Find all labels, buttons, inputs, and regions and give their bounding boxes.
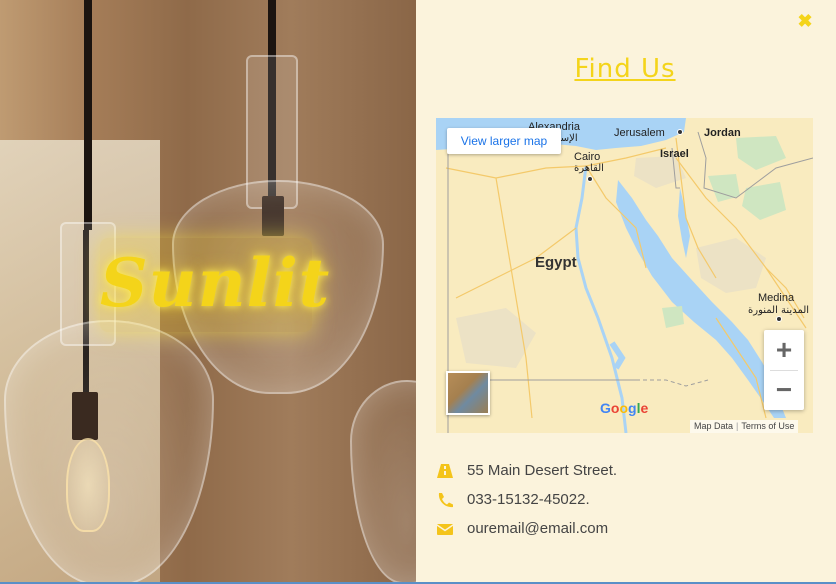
phone-icon <box>436 492 454 508</box>
satellite-toggle[interactable] <box>446 371 490 415</box>
label-cairo-ar: القاهرة <box>574 163 604 174</box>
google-letter: o <box>610 400 620 416</box>
map-canvas: Alexandria الإسكندرية Jerusalem Jordan C… <box>436 118 813 433</box>
label-israel: Israel <box>660 148 689 160</box>
label-medina: Medina <box>758 292 795 304</box>
terms-of-use-link[interactable]: Terms of Use <box>741 421 794 431</box>
green-area <box>736 136 786 170</box>
address-text: 55 Main Desert Street. <box>467 462 618 479</box>
view-larger-map-link[interactable]: View larger map <box>447 128 561 154</box>
lamp-cord <box>84 0 92 230</box>
map-attribution: Map Data | Terms of Use <box>690 420 799 433</box>
close-icon[interactable]: ✖ <box>795 11 815 31</box>
cairo-dot <box>587 176 593 182</box>
email-link[interactable]: ouremail@email.com <box>467 520 608 537</box>
embedded-map[interactable]: Alexandria الإسكندرية Jerusalem Jordan C… <box>436 118 813 433</box>
google-letter: o <box>619 400 629 416</box>
jerusalem-dot <box>677 129 683 135</box>
zoom-controls: + − <box>764 330 804 410</box>
medina-dot <box>776 316 782 322</box>
google-logo: Google <box>600 400 648 416</box>
google-letter: G <box>600 400 611 416</box>
label-medina-ar: المدينة المنورة <box>748 305 809 316</box>
google-letter: g <box>628 400 637 416</box>
lamp-socket <box>72 392 98 440</box>
road-icon <box>436 463 454 479</box>
phone-text: 033-15132-45022. <box>467 491 590 508</box>
glass-lamp <box>350 380 416 584</box>
zoom-out-button[interactable]: − <box>764 370 804 410</box>
find-us-modal: Sunlit ✖ Find Us Alexandria Jerusalem Jo… <box>0 0 836 584</box>
map-data-link[interactable]: Map Data <box>694 421 733 431</box>
zoom-in-button[interactable]: + <box>764 330 804 370</box>
label-jordan: Jordan <box>704 127 741 139</box>
envelope-icon <box>436 521 454 537</box>
panel-title: Find Us <box>574 54 676 84</box>
label-jerusalem: Jerusalem <box>614 127 665 139</box>
lamp-filament <box>66 438 110 532</box>
label-egypt: Egypt <box>535 254 577 271</box>
label-cairo: Cairo <box>574 151 600 163</box>
brand-logo: Sunlit <box>100 244 331 322</box>
google-letter: e <box>640 400 649 416</box>
